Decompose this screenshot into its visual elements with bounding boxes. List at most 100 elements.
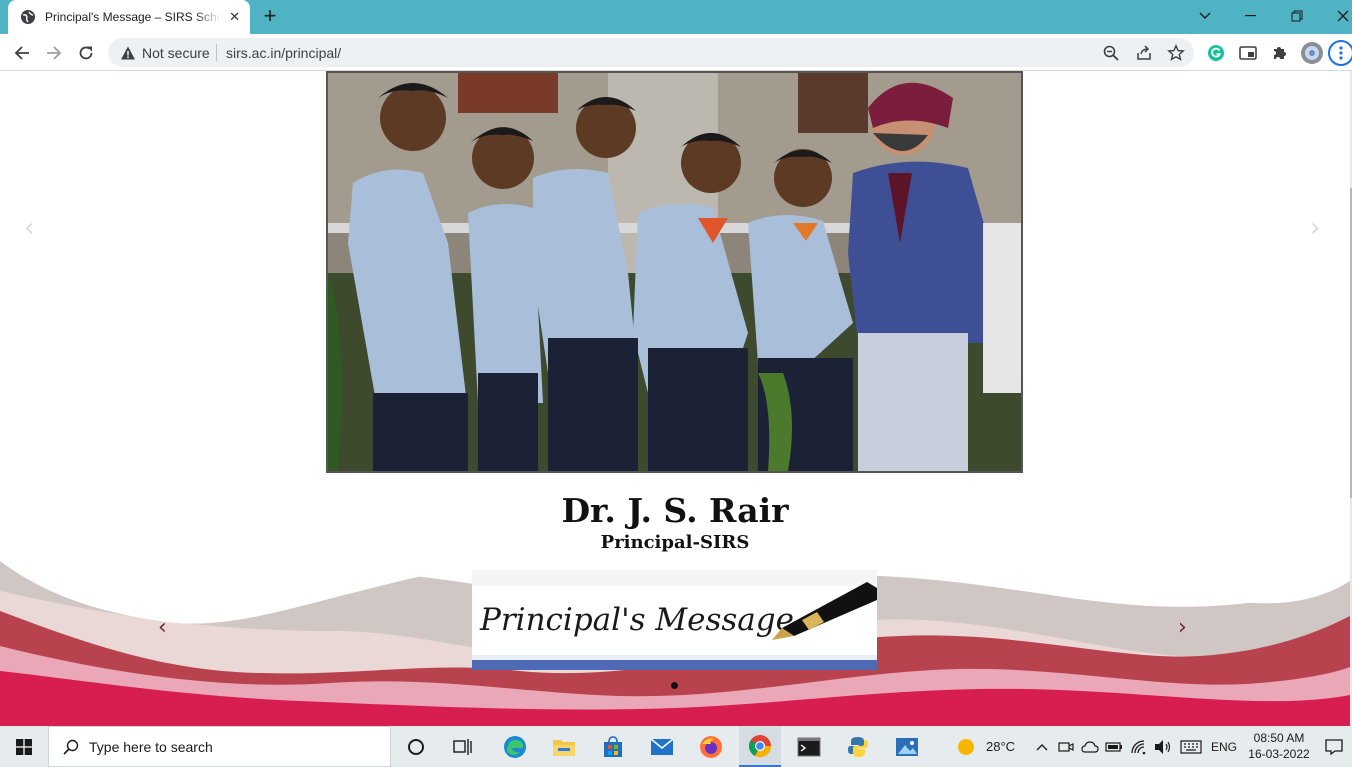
browser-toolbar: Not secure sirs.ac.in/principal/ xyxy=(0,34,1352,71)
principals-message-banner: Principal's Message xyxy=(472,570,877,670)
more-vertical-icon xyxy=(1339,46,1343,60)
reload-button[interactable] xyxy=(72,39,100,67)
network-button[interactable] xyxy=(1128,726,1150,767)
warning-icon[interactable] xyxy=(120,45,136,61)
puzzle-piece-icon xyxy=(1274,47,1286,59)
minimize-icon[interactable] xyxy=(1228,4,1274,28)
media-icon xyxy=(1239,46,1257,60)
search-placeholder: Type here to search xyxy=(89,738,213,755)
zoom-icon[interactable] xyxy=(1102,44,1120,62)
banner-heading: Principal's Message xyxy=(479,602,794,638)
mail-envelope-icon xyxy=(650,737,674,755)
mail-app-button[interactable] xyxy=(641,726,683,767)
show-hidden-icons-button[interactable] xyxy=(1032,726,1052,767)
task-view-button[interactable] xyxy=(443,726,483,767)
wifi-icon xyxy=(1131,739,1146,754)
camera-icon xyxy=(1058,741,1074,752)
battery-icon xyxy=(1105,741,1122,752)
back-button[interactable] xyxy=(8,39,36,67)
avatar xyxy=(1301,42,1323,64)
students-photo-image xyxy=(328,73,1021,471)
photo-prev-arrow-icon[interactable]: ‹ xyxy=(24,213,34,243)
chrome-menu-button[interactable] xyxy=(1328,40,1352,66)
folder-icon xyxy=(553,739,575,756)
onedrive-button[interactable] xyxy=(1080,726,1100,767)
store-app-button[interactable] xyxy=(592,726,634,767)
cloud-sync-icon xyxy=(1081,740,1099,753)
photos-icon xyxy=(896,737,918,756)
message-next-arrow-icon[interactable]: › xyxy=(1178,615,1187,640)
omnibox-divider xyxy=(216,44,217,61)
chevron-up-icon xyxy=(1036,743,1048,750)
principal-name: Dr. J. S. Rair xyxy=(561,491,789,530)
start-button[interactable] xyxy=(0,726,48,767)
volume-button[interactable] xyxy=(1152,726,1174,767)
touch-keyboard-button[interactable] xyxy=(1177,726,1205,767)
edge-browser-icon xyxy=(504,735,526,758)
clock-time: 08:50 AM xyxy=(1253,731,1305,745)
taskbar-search-box[interactable]: Type here to search xyxy=(48,726,391,767)
action-center-icon xyxy=(1325,738,1343,755)
grammarly-extension-button[interactable] xyxy=(1202,39,1230,67)
profile-button[interactable] xyxy=(1298,39,1326,67)
close-window-icon[interactable] xyxy=(1320,4,1352,28)
task-view-icon xyxy=(453,738,472,755)
tab-title: Principal's Message – SIRS School xyxy=(45,10,221,24)
firefox-icon xyxy=(700,735,722,758)
edge-app-button[interactable] xyxy=(494,726,536,767)
cortana-button[interactable] xyxy=(396,726,436,767)
tab-search-icon[interactable] xyxy=(1182,4,1228,28)
chrome-app-button[interactable] xyxy=(739,726,781,767)
photo-next-arrow-icon[interactable]: › xyxy=(1310,213,1320,243)
principal-photo xyxy=(326,71,1023,473)
input-language-button[interactable]: ENG xyxy=(1208,726,1240,767)
browser-tab[interactable]: Principal's Message – SIRS School ✕ xyxy=(8,0,250,34)
globe-icon xyxy=(21,10,35,24)
back-arrow-icon xyxy=(14,46,29,60)
clock-date: 16-03-2022 xyxy=(1248,747,1310,761)
picture-in-picture-button[interactable] xyxy=(1234,39,1262,67)
terminal-icon xyxy=(797,737,821,756)
terminal-app-button[interactable] xyxy=(788,726,830,767)
security-status[interactable]: Not secure xyxy=(142,45,210,61)
windows-logo-icon xyxy=(16,738,32,755)
banner-image: Principal's Message xyxy=(472,570,877,670)
new-tab-button[interactable]: + xyxy=(258,5,282,28)
grammarly-icon xyxy=(1208,45,1224,61)
cortana-circle-icon xyxy=(408,738,424,755)
notifications-button[interactable] xyxy=(1318,726,1350,767)
weather-temperature: 28°C xyxy=(986,739,1016,754)
python-app-button[interactable] xyxy=(837,726,879,767)
keyboard-icon xyxy=(1180,739,1202,754)
speaker-icon xyxy=(1155,739,1171,754)
share-icon[interactable] xyxy=(1135,44,1153,62)
web-page: ‹ › Dr. J. S. Rair Principal-SIRS Princi… xyxy=(0,71,1350,726)
search-icon xyxy=(63,739,79,755)
forward-arrow-icon xyxy=(47,46,62,60)
sun-weather-icon xyxy=(958,738,974,755)
carousel-indicator-dot[interactable] xyxy=(671,682,678,689)
tab-strip: Principal's Message – SIRS School ✕ + xyxy=(0,0,1352,34)
principal-title: Principal-SIRS xyxy=(600,532,750,553)
close-tab-icon[interactable]: ✕ xyxy=(229,9,240,25)
photos-app-button[interactable] xyxy=(886,726,928,767)
weather-widget[interactable]: 28°C xyxy=(956,726,1026,767)
taskbar-clock[interactable]: 08:50 AM 16-03-2022 xyxy=(1244,730,1314,762)
bookmark-star-icon[interactable] xyxy=(1167,44,1185,62)
extensions-button[interactable] xyxy=(1266,39,1294,67)
windows-taskbar: Type here to search 28°C ENG 08:50 AM 16… xyxy=(0,726,1352,767)
address-bar[interactable]: Not secure sirs.ac.in/principal/ xyxy=(108,38,1194,67)
forward-button[interactable] xyxy=(40,39,68,67)
file-explorer-button[interactable] xyxy=(543,726,585,767)
restore-icon[interactable] xyxy=(1274,4,1320,28)
url-text[interactable]: sirs.ac.in/principal/ xyxy=(226,45,341,61)
chrome-icon xyxy=(748,734,772,757)
meet-now-button[interactable] xyxy=(1056,726,1076,767)
message-prev-arrow-icon[interactable]: ‹ xyxy=(158,615,167,640)
python-icon xyxy=(848,736,868,757)
reload-icon xyxy=(79,46,93,60)
language-indicator: ENG xyxy=(1210,739,1237,754)
store-bag-icon xyxy=(604,735,622,757)
firefox-app-button[interactable] xyxy=(690,726,732,767)
battery-button[interactable] xyxy=(1104,726,1124,767)
